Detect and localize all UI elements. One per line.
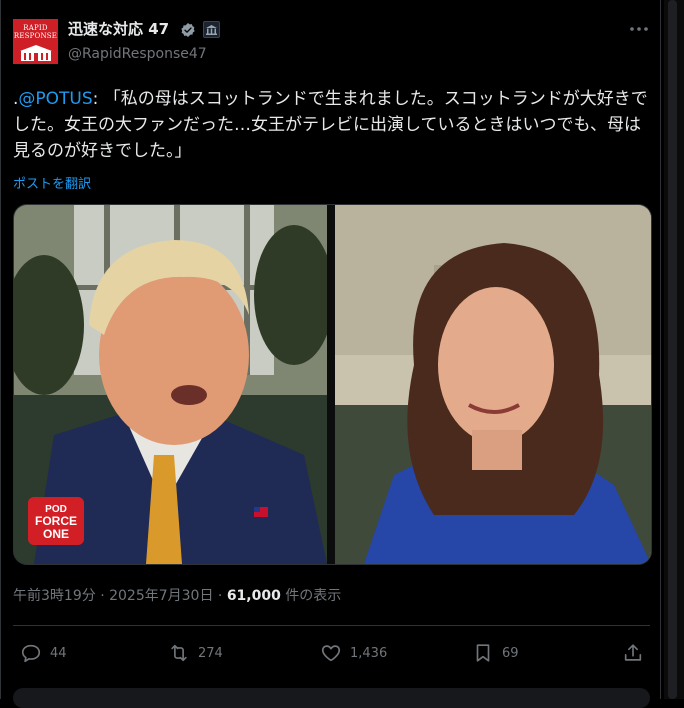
- avatar-logo-text: RAPID RESPONSE: [13, 24, 58, 40]
- like-count: 1,436: [350, 645, 388, 661]
- more-icon[interactable]: [628, 22, 650, 38]
- reply-button[interactable]: 44: [20, 641, 67, 665]
- column-border-right: [660, 0, 661, 699]
- repost-icon: [171, 644, 187, 662]
- repost-count: 274: [198, 645, 223, 661]
- share-button[interactable]: [622, 641, 644, 665]
- verified-badge-icon[interactable]: [180, 22, 196, 38]
- tweet-body: : 「私の母はスコットランドで生まれました。スコットランドが大好きでした。女王の…: [13, 89, 648, 161]
- tweet-meta: 午前3時19分 · 2025年7月30日 · 61,000 件の表示: [13, 585, 341, 605]
- mention-link[interactable]: @POTUS: [18, 89, 92, 109]
- reply-count: 44: [50, 645, 67, 661]
- watermark-line-3: ONE: [43, 527, 69, 541]
- column-border-left: [0, 0, 1, 699]
- video-player[interactable]: POD FORCE ONE: [13, 204, 652, 565]
- views-label: 件の表示: [285, 588, 342, 604]
- translate-post-link[interactable]: ポストを翻訳: [13, 173, 91, 192]
- meta-separator-2: ·: [217, 588, 223, 604]
- reply-composer-bar[interactable]: [13, 688, 650, 708]
- like-icon: [321, 645, 341, 662]
- meta-separator: ·: [100, 588, 105, 604]
- reply-icon: [21, 644, 41, 663]
- watermark-line-2: FORCE: [35, 514, 77, 528]
- share-icon: [624, 644, 642, 661]
- action-divider: [13, 625, 650, 626]
- government-badge-icon[interactable]: [203, 21, 220, 38]
- avatar[interactable]: RAPID RESPONSE: [13, 19, 58, 64]
- account-handle[interactable]: @RapidResponse47: [68, 46, 207, 62]
- bookmark-button[interactable]: 69: [472, 641, 519, 665]
- scrollbar-thumb[interactable]: [668, 0, 677, 699]
- post-time[interactable]: 午前3時19分: [13, 588, 96, 604]
- video-frame: POD FORCE ONE: [14, 205, 651, 564]
- post-date[interactable]: 2025年7月30日: [109, 588, 213, 604]
- display-name[interactable]: 迅速な対応 47: [68, 18, 169, 39]
- like-button[interactable]: 1,436: [320, 641, 387, 665]
- repost-button[interactable]: 274: [168, 641, 223, 665]
- bookmark-icon: [476, 644, 490, 662]
- building-icon: [19, 45, 52, 61]
- bookmark-count: 69: [502, 645, 519, 661]
- tweet-text: .@POTUS: 「私の母はスコットランドで生まれました。スコットランドが大好き…: [13, 86, 653, 164]
- views-count: 61,000: [226, 588, 281, 604]
